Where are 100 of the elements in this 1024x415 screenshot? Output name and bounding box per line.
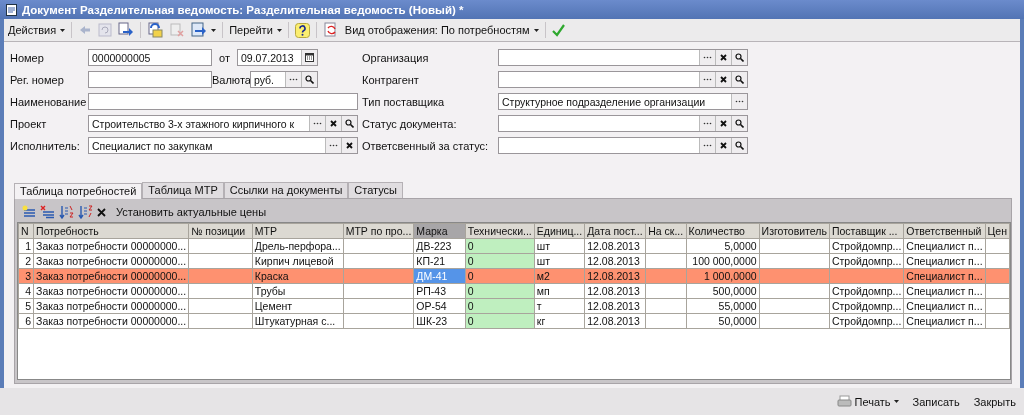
table-row[interactable]: 1 Заказ потребности 00000000... Дрель-перфора... ДВ-223 0 шт 12.08.2013 5,0000 Стройдомпр... Специалист п... [18, 238, 1010, 254]
text-field[interactable]: Специалист по закупкам [88, 137, 358, 154]
search-button[interactable] [731, 116, 747, 131]
column-header[interactable]: МТР [252, 223, 344, 239]
field-label: Проект [10, 117, 48, 130]
clear-button[interactable] [341, 138, 357, 153]
column-header[interactable]: Потребность [33, 223, 189, 239]
table-cell: РП-43 [413, 283, 466, 299]
field-label: Наименование [10, 95, 88, 108]
clear-button[interactable] [715, 116, 731, 131]
column-header[interactable]: Изготовитель [759, 223, 830, 239]
table-row[interactable]: 5 Заказ потребности 00000000... Цемент ОР-54 0 т 12.08.2013 55,0000 Стройдомпр... Специалист п... [18, 298, 1010, 314]
column-header[interactable]: N [18, 223, 34, 239]
table-cell: Стройдомпр... [829, 298, 904, 314]
checkmark-icon[interactable] [551, 23, 565, 37]
table-cell: 12.08.2013 [584, 238, 646, 254]
tab[interactable]: Ссылки на документы [223, 182, 349, 198]
text-field[interactable]: Строительство 3-х этажного кирпичного к [88, 115, 358, 132]
table-cell: Кирпич лицевой [252, 253, 344, 269]
search-button[interactable] [731, 50, 747, 65]
search-icon [735, 119, 744, 128]
table-cell: КП-21 [413, 253, 466, 269]
tab[interactable]: Таблица потребностей [14, 183, 143, 199]
sort-descending-icon[interactable] [78, 205, 93, 219]
close-button[interactable]: Закрыть [973, 395, 1016, 408]
tab[interactable]: Таблица МТР [142, 182, 224, 198]
table-cell: 6 [18, 313, 34, 329]
print-menu[interactable]: Печать [836, 395, 899, 408]
actions-menu[interactable]: Действия [8, 24, 66, 36]
table-row[interactable]: 2 Заказ потребности 00000000... Кирпич лицевой КП-21 0 шт 12.08.2013 100 000,0000 Стройдомпр... Специалист п... [18, 253, 1010, 269]
text-field[interactable] [498, 49, 748, 66]
currency-field[interactable]: руб. [250, 71, 318, 88]
text-field[interactable]: Структурное подразделение организации [498, 93, 748, 110]
clear-button[interactable] [325, 116, 341, 131]
text-field[interactable] [498, 137, 748, 154]
table-cell: 5,0000 [686, 238, 760, 254]
clear-button[interactable] [715, 138, 731, 153]
column-header[interactable]: Единиц... [534, 223, 585, 239]
table-cell: шт [534, 238, 585, 254]
clear-icon [720, 142, 727, 149]
clear-button[interactable] [715, 72, 731, 87]
column-header[interactable]: № позиции [188, 223, 253, 239]
swap-arrows-icon[interactable] [118, 22, 135, 38]
table-cell: 100 000,0000 [686, 253, 760, 269]
goto-menu[interactable]: Перейти [229, 24, 282, 36]
column-header[interactable]: МТР по про... [343, 223, 414, 239]
tab[interactable]: Статусы [348, 182, 403, 198]
search-button[interactable] [731, 72, 747, 87]
table-cell: 55,0000 [686, 298, 760, 314]
search-button[interactable] [731, 138, 747, 153]
copy-document-icon[interactable] [147, 22, 164, 38]
help-icon[interactable] [294, 22, 310, 38]
sort-ascending-icon[interactable] [59, 205, 74, 219]
dots-icon [703, 78, 712, 81]
table-row[interactable]: 3 Заказ потребности 00000000... Краска ДМ-41 0 м2 12.08.2013 1 000,0000 Специалист п... [18, 268, 1010, 284]
add-row-icon[interactable] [21, 205, 36, 219]
column-header[interactable]: Марка [413, 223, 466, 239]
text-field[interactable] [88, 93, 358, 110]
search-button[interactable] [341, 116, 357, 131]
column-header[interactable]: Количество [686, 223, 760, 239]
column-header[interactable]: Цен [985, 223, 1010, 239]
caret-icon [60, 28, 66, 32]
dots-icon [735, 100, 744, 103]
number-field[interactable]: 0000000005 [88, 49, 212, 66]
column-header[interactable]: Технически... [465, 223, 535, 239]
document-icon [6, 3, 17, 16]
post-menu-icon[interactable] [191, 22, 217, 38]
table-row[interactable]: 4 Заказ потребности 00000000... Трубы РП-43 0 мп 12.08.2013 500,0000 Стройдомпр... Специалист п... [18, 283, 1010, 299]
refresh-icon[interactable] [322, 22, 339, 38]
text-field[interactable] [88, 71, 212, 88]
field-label: Ответсвенный за статус: [362, 139, 490, 152]
text-field[interactable] [498, 115, 748, 132]
set-prices-button[interactable]: Установить актуальные цены [116, 206, 267, 218]
table-cell [759, 253, 830, 269]
close-icon[interactable] [97, 207, 106, 217]
table-cell [343, 313, 414, 329]
table-cell: т [534, 298, 585, 314]
delete-row-icon[interactable] [40, 205, 55, 219]
calendar-button[interactable] [301, 50, 317, 65]
table-cell [759, 238, 830, 254]
column-header[interactable]: Ответственный [903, 223, 986, 239]
date-field[interactable]: 09.07.2013 [237, 49, 318, 66]
clear-icon [720, 54, 727, 61]
table-cell: Стройдомпр... [829, 238, 904, 254]
table-cell: 12.08.2013 [584, 253, 646, 269]
table-cell: Заказ потребности 00000000... [33, 253, 189, 269]
table-cell [343, 238, 414, 254]
table-row[interactable]: 6 Заказ потребности 00000000... Штукатурная с... ШК-23 0 кг 12.08.2013 50,0000 Стройдомпр... Специалист п... [18, 313, 1010, 329]
table-cell [188, 283, 253, 299]
search-button[interactable] [301, 72, 317, 87]
text-field[interactable] [498, 71, 748, 88]
clear-icon [346, 142, 353, 149]
column-header[interactable]: На ск... [645, 223, 687, 239]
column-header[interactable]: Дата пост... [584, 223, 646, 239]
clear-button[interactable] [715, 50, 731, 65]
table-cell [343, 298, 414, 314]
view-mode-menu[interactable]: Вид отображения: По потребностям [344, 24, 539, 36]
column-header[interactable]: Поставщик ... [829, 223, 904, 239]
table-cell [645, 283, 687, 299]
save-button[interactable]: Записать [912, 395, 960, 408]
